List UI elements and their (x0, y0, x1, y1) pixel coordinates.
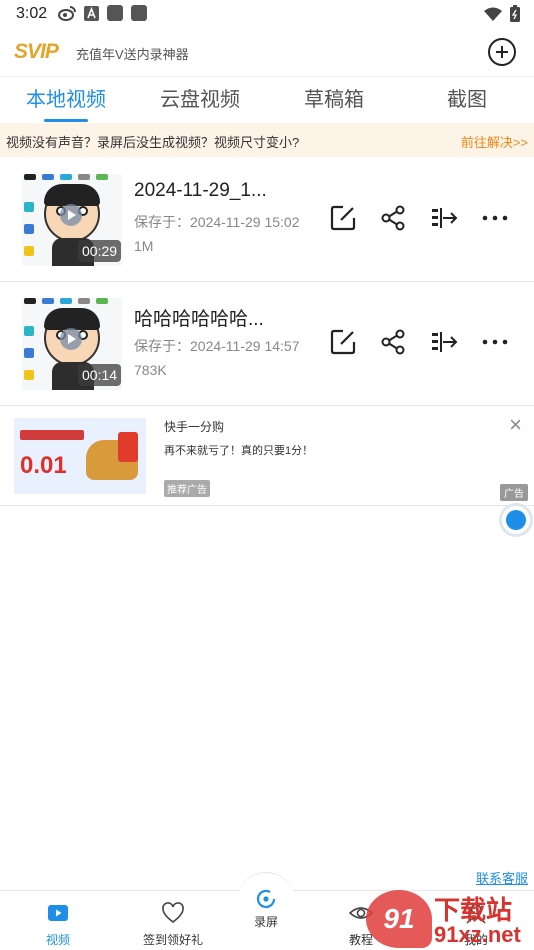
thumbnail-app-column (24, 202, 34, 256)
status-system-icons (484, 5, 520, 22)
nav-record[interactable]: 录屏 (237, 872, 295, 930)
wifi-icon (484, 7, 502, 21)
tab-active-indicator (44, 119, 88, 122)
share-icon[interactable] (379, 328, 407, 356)
play-icon[interactable] (60, 204, 82, 226)
add-button[interactable] (488, 38, 516, 66)
thumbnail-app-row (24, 174, 108, 180)
more-options-icon[interactable] (481, 204, 509, 232)
video-icon (48, 905, 68, 921)
tab-drafts[interactable]: 草稿箱 (304, 83, 364, 112)
sponsored-ad[interactable]: 0.01 快手一分购 再不来就亏了！真的只要1分！ 推荐广告 × 广告 (0, 406, 534, 506)
ad-image[interactable]: 0.01 (14, 418, 146, 494)
video-thumbnail[interactable]: 00:29 (22, 174, 122, 266)
help-notice: 视频没有声音？录屏后没生成视频？视频尺寸变小? 前往解决>> (0, 123, 534, 157)
tab-bar: 本地视频 云盘视频 草稿箱 截图 (0, 76, 534, 122)
app-square-icon (107, 5, 123, 21)
status-notification-icons (58, 5, 147, 21)
ad-title[interactable]: 快手一分购 (164, 418, 224, 435)
nav-videos[interactable]: 视频 (13, 901, 103, 949)
app-header: SVIP 充值年V送内录神器 (0, 30, 534, 74)
video-file-size: 783K (134, 362, 167, 378)
weibo-icon (58, 6, 76, 21)
video-duration: 00:29 (78, 240, 122, 262)
tab-screenshots[interactable]: 截图 (447, 83, 487, 112)
more-options-icon[interactable] (481, 328, 509, 356)
status-time: 3:02 (16, 5, 48, 22)
app-square-icon (131, 5, 147, 21)
video-file-size: 1M (134, 238, 154, 254)
share-icon[interactable] (379, 204, 407, 232)
battery-icon (510, 5, 520, 22)
play-icon[interactable] (60, 328, 82, 350)
watermark-url: 91xz.net (434, 922, 521, 947)
thumbnail-app-row (24, 298, 108, 304)
nav-checkin-gift[interactable]: 签到领好礼 (128, 901, 218, 949)
site-watermark: 91 下载站 91xz.net (366, 888, 534, 950)
tab-local-videos[interactable]: 本地视频 (26, 83, 106, 112)
edit-icon[interactable] (329, 204, 357, 232)
tab-cloud-videos[interactable]: 云盘视频 (160, 83, 240, 112)
video-title[interactable]: 哈哈哈哈哈哈... (134, 304, 264, 331)
nav-label: 视频 (45, 933, 70, 947)
floating-record-button[interactable] (499, 503, 533, 537)
nav-label: 签到领好礼 (142, 933, 203, 947)
gift-heart-icon (162, 902, 184, 924)
video-title[interactable]: 2024-11-29_1... (134, 180, 267, 202)
ad-recommend-tag: 推荐广告 (164, 480, 210, 497)
ad-badge[interactable]: 广告 (500, 484, 528, 501)
video-saved-date: 保存于：2024-11-29 15:02 (134, 214, 300, 230)
export-icon[interactable] (430, 328, 458, 356)
video-saved-date: 保存于：2024-11-29 14:57 (134, 338, 300, 354)
export-icon[interactable] (430, 204, 458, 232)
notice-text: 视频没有声音？录屏后没生成视频？视频尺寸变小? (6, 135, 300, 150)
thumbnail-app-column (24, 326, 34, 380)
svip-promo-text[interactable]: 充值年V送内录神器 (76, 44, 189, 63)
nav-label: 录屏 (253, 915, 278, 929)
ad-price: 0.01 (20, 452, 67, 479)
close-icon[interactable]: × (509, 414, 522, 436)
video-duration: 00:14 (78, 364, 122, 386)
edit-icon[interactable] (329, 328, 357, 356)
ad-description[interactable]: 再不来就亏了！真的只要1分！ (164, 442, 313, 458)
video-list-item[interactable]: 00:29 2024-11-29_1... 保存于：2024-11-29 15:… (0, 158, 534, 282)
record-icon (256, 889, 276, 908)
svip-logo[interactable]: SVIP (14, 40, 59, 64)
fries-image (118, 432, 138, 462)
status-bar: 3:02 (0, 0, 534, 28)
video-thumbnail[interactable]: 00:14 (22, 298, 122, 390)
video-list-item[interactable]: 00:14 哈哈哈哈哈哈... 保存于：2024-11-29 14:57 783… (0, 282, 534, 406)
app-a-icon (84, 5, 99, 21)
watermark-badge: 91 (366, 890, 432, 948)
contact-support-link[interactable]: 联系客服 (476, 868, 528, 887)
notice-solve-link[interactable]: 前往解决>> (461, 132, 528, 151)
